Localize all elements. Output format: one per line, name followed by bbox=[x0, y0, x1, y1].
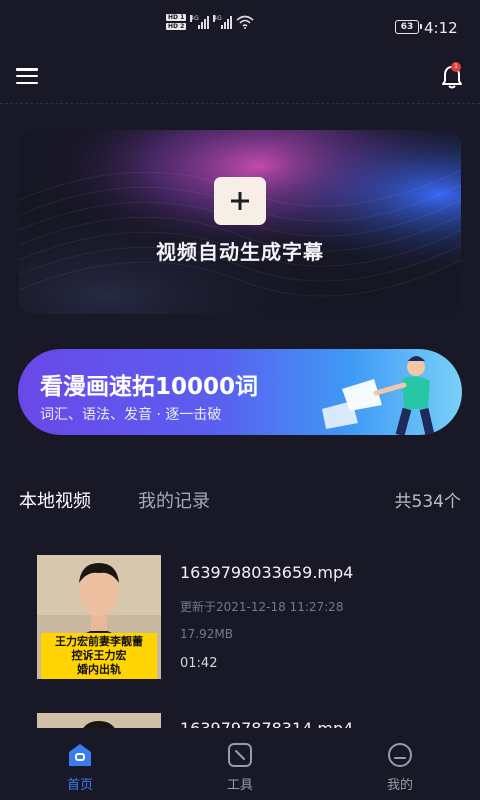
tab-my-records[interactable]: 我的记录 bbox=[138, 487, 210, 513]
add-video-button[interactable] bbox=[214, 177, 266, 225]
nav-home-label: 首页 bbox=[66, 778, 93, 793]
hd1-badge: HD 1 bbox=[166, 14, 187, 21]
banner-title: 看漫画速拓10000词 bbox=[40, 374, 259, 400]
video-thumbnail[interactable]: 王力宏前妻李靓蕾 控诉王力宏 婚内出轨 bbox=[37, 555, 161, 679]
battery-level: 63 bbox=[400, 22, 414, 32]
status-bar: HD 1 HD 2 4G 4G 63 4:12 bbox=[0, 0, 480, 56]
header-divider bbox=[0, 103, 480, 104]
home-icon bbox=[69, 744, 91, 766]
video-file-size: 17.92MB bbox=[180, 627, 233, 641]
thumbnail-caption: 王力宏前妻李靓蕾 控诉王力宏 婚内出轨 bbox=[41, 633, 157, 679]
hd2-badge: HD 2 bbox=[166, 23, 187, 30]
hd-badges: HD 1 HD 2 bbox=[166, 14, 187, 30]
notification-badge: 1 bbox=[451, 62, 461, 72]
video-filename[interactable]: 1639798033659.mp4 bbox=[180, 563, 353, 582]
generate-card-title: 视频自动生成字幕 bbox=[156, 240, 324, 264]
nav-tools-label: 工具 bbox=[226, 778, 253, 793]
signal-2-icon: 4G bbox=[213, 15, 233, 29]
video-count: 共534个 bbox=[394, 492, 461, 512]
hamburger-menu-icon[interactable] bbox=[16, 66, 38, 86]
battery-icon: 63 bbox=[395, 20, 422, 34]
signal-indicators: HD 1 HD 2 4G 4G bbox=[166, 14, 254, 30]
profile-icon bbox=[388, 743, 412, 767]
wifi-icon bbox=[236, 15, 254, 29]
banner-subtitle: 词汇、语法、发音 · 逐一击破 bbox=[40, 407, 222, 423]
banner-illustration bbox=[322, 356, 435, 435]
nav-tools[interactable]: 工具 bbox=[210, 742, 270, 793]
signal-1-icon: 4G bbox=[190, 15, 210, 29]
nav-profile-label: 我的 bbox=[386, 778, 413, 793]
nav-profile[interactable]: 我的 bbox=[370, 742, 430, 793]
video-duration: 01:42 bbox=[180, 656, 218, 671]
video-thumbnail[interactable] bbox=[37, 713, 161, 728]
nav-home[interactable]: 首页 bbox=[50, 742, 110, 793]
video-updated-time: 更新于2021-12-18 11:27:28 bbox=[180, 600, 344, 614]
person-thumbnail-image bbox=[37, 713, 161, 728]
tab-local-videos[interactable]: 本地视频 bbox=[19, 487, 91, 513]
status-time: 4:12 bbox=[424, 19, 458, 37]
tools-icon bbox=[228, 743, 252, 767]
plus-icon bbox=[231, 192, 249, 210]
